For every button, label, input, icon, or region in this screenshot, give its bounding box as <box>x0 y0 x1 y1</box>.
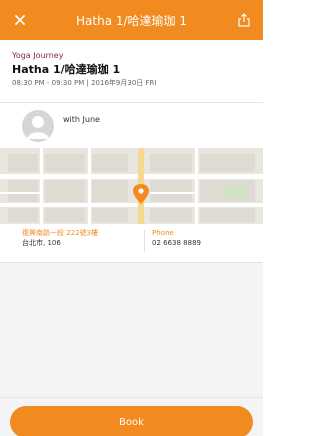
phone-label: Phone <box>152 229 174 237</box>
page-title: Hatha 1/哈達瑜珈 1 <box>76 13 187 28</box>
close-button[interactable] <box>10 10 30 30</box>
bottom-action-bar: Book <box>0 397 263 436</box>
instructor-name: with June <box>63 115 100 124</box>
book-button[interactable]: Book <box>10 406 253 436</box>
address-line-1: 復興南路一段 222號3樓 <box>22 229 99 237</box>
address-line-2: 台北市, 106 <box>22 239 61 247</box>
location-info-row: 復興南路一段 222號3樓 台北市, 106 Phone 02 6638 888… <box>0 224 263 263</box>
close-icon <box>15 15 25 25</box>
event-card: Yoga Journey Hatha 1/哈達瑜珈 1 08:30 PM - 0… <box>0 40 263 263</box>
phone[interactable]: Phone 02 6638 8889 <box>152 228 201 248</box>
phone-number: 02 6638 8889 <box>152 239 201 247</box>
event-detail-screen: Hatha 1/哈達瑜珈 1 Yoga Journey Hatha 1/哈達瑜珈… <box>0 0 263 436</box>
avatar-placeholder-icon <box>27 116 49 139</box>
top-bar: Hatha 1/哈達瑜珈 1 <box>0 0 263 40</box>
avatar <box>22 110 54 142</box>
event-header: Yoga Journey Hatha 1/哈達瑜珈 1 08:30 PM - 0… <box>12 50 251 89</box>
share-icon <box>238 13 250 27</box>
event-category: Yoga Journey <box>12 51 64 60</box>
share-button[interactable] <box>235 11 253 29</box>
event-time: 08:30 PM - 09:30 PM | 2016年9月30日 FRI <box>12 79 157 87</box>
address[interactable]: 復興南路一段 222號3樓 台北市, 106 <box>22 228 98 248</box>
instructor-row[interactable]: with June <box>0 103 263 146</box>
info-divider <box>144 230 145 252</box>
location-map[interactable] <box>0 148 263 224</box>
map-graphic <box>0 148 263 224</box>
event-title: Hatha 1/哈達瑜珈 1 <box>12 63 121 76</box>
